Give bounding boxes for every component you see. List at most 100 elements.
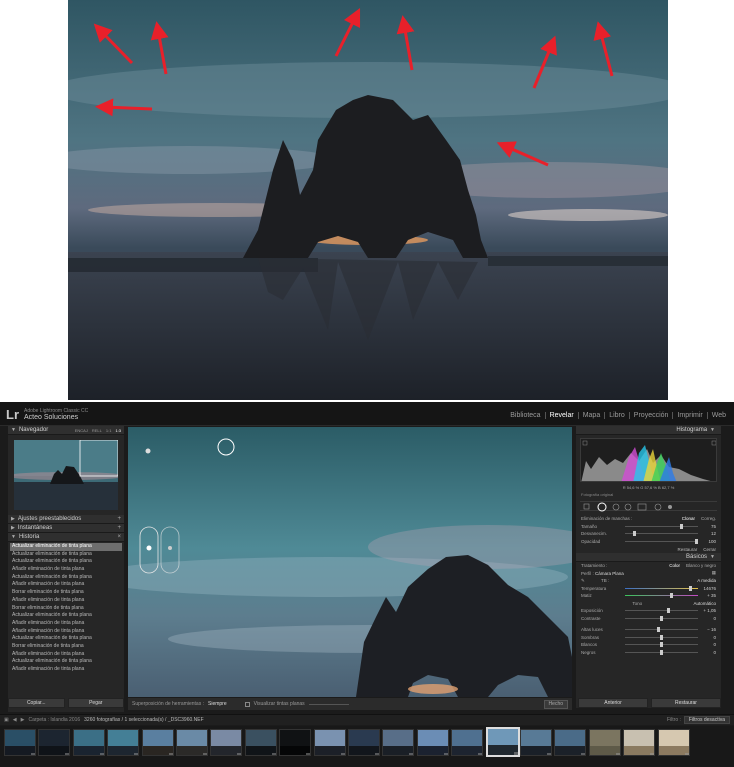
slider-knob[interactable] (660, 615, 664, 621)
history-item[interactable]: Actualizar eliminación de tinta plana (10, 574, 122, 582)
history-header[interactable]: ▼ Historia × (8, 533, 124, 542)
navigator-header[interactable]: ▼ Navegador ENCAJ RELL 1:1 1:3 (8, 426, 124, 435)
slider-track[interactable] (625, 649, 698, 655)
slider-track[interactable] (625, 642, 698, 648)
filmstrip-thumbnail[interactable] (141, 729, 174, 756)
tint-slider[interactable] (625, 593, 698, 599)
history-item[interactable]: Actualizar eliminación de tinta plana (10, 612, 122, 620)
slider-knob[interactable] (660, 642, 664, 648)
zoom-fill[interactable]: RELL (92, 428, 102, 433)
clear-history-icon[interactable]: × (117, 534, 121, 540)
copy-button[interactable]: Copiar... (8, 698, 65, 708)
slider-value[interactable]: 0 (702, 635, 716, 640)
spot-reset-button[interactable]: Restaurar (677, 547, 697, 552)
slider-knob[interactable] (695, 538, 699, 544)
basics-header[interactable]: Básicos ▼ (576, 553, 721, 562)
slider-value[interactable]: 100 (702, 539, 716, 544)
filmstrip-thumbnail[interactable] (657, 729, 690, 756)
overlay-select[interactable]: Siempre (208, 701, 227, 707)
clone-mode[interactable]: Clonar (682, 516, 695, 521)
history-item[interactable]: Actualizar eliminación de tinta plana (10, 635, 122, 643)
slider-track[interactable] (625, 615, 698, 621)
filmstrip-thumbnail[interactable] (588, 729, 621, 756)
slider-knob[interactable] (657, 627, 661, 633)
filmstrip-thumbnail[interactable] (520, 729, 552, 756)
temperature-value[interactable]: 14676 (702, 586, 716, 591)
filmstrip-thumbnail[interactable] (554, 729, 587, 756)
original-photo-checkbox[interactable]: Fotografía original (581, 492, 721, 497)
grid-view-icon[interactable]: ▣ (4, 717, 9, 723)
history-item[interactable]: Añadir eliminación de tinta plana (10, 620, 122, 628)
wb-select[interactable]: A medida (697, 578, 716, 583)
filmstrip-thumbnail[interactable] (451, 729, 484, 756)
history-item[interactable]: Añadir eliminación de tinta plana (10, 628, 122, 636)
slider-track[interactable] (625, 634, 698, 640)
history-item[interactable]: Añadir eliminación de tinta plana (10, 666, 122, 674)
filmstrip-thumbnail[interactable] (107, 729, 140, 756)
profile-select[interactable]: Cámara Plana (595, 571, 624, 576)
slider-value[interactable]: 12 (702, 531, 716, 536)
history-item[interactable]: Borrar eliminación de tinta plana (10, 643, 122, 651)
history-item[interactable]: Actualizar eliminación de tinta plana (10, 658, 122, 666)
add-preset-icon[interactable]: + (117, 516, 121, 522)
tint-value[interactable]: + 35 (702, 593, 716, 598)
profile-browser-icon[interactable]: ▦ (712, 570, 716, 576)
filmstrip-thumbnail[interactable] (279, 729, 312, 756)
slider-knob[interactable] (660, 649, 664, 655)
filmstrip-thumbnail[interactable] (38, 729, 71, 756)
history-item[interactable]: Borrar eliminación de tinta plana (10, 589, 122, 597)
history-item[interactable]: Actualizar eliminación de tinta plana (10, 543, 122, 551)
filmstrip-thumbnail[interactable] (623, 729, 656, 756)
slider-knob[interactable] (633, 531, 637, 537)
slider-value[interactable]: 0 (702, 616, 716, 621)
slider-track[interactable] (625, 627, 698, 633)
module-biblioteca[interactable]: Biblioteca (506, 412, 546, 419)
history-item[interactable]: Añadir eliminación de tinta plana (10, 597, 122, 605)
history-item[interactable]: Añadir eliminación de tinta plana (10, 651, 122, 659)
module-proyeccion[interactable]: Proyección (630, 412, 674, 419)
filmstrip-thumbnail[interactable] (382, 729, 415, 756)
slider-track[interactable] (625, 531, 698, 537)
module-web[interactable]: Web (708, 412, 730, 419)
slider-knob[interactable] (660, 634, 664, 640)
temperature-slider[interactable] (625, 585, 698, 591)
slider-knob[interactable] (667, 608, 671, 614)
history-item[interactable]: Actualizar eliminación de tinta plana (10, 551, 122, 559)
history-item[interactable]: Actualizar eliminación de tinta plana (10, 558, 122, 566)
heal-mode[interactable]: Correg. (701, 516, 716, 521)
slider-value[interactable]: + 1,05 (702, 608, 716, 613)
module-mapa[interactable]: Mapa (579, 412, 606, 419)
visualize-slider[interactable] (308, 703, 349, 705)
visualize-spots-checkbox[interactable] (244, 701, 250, 707)
filmstrip-thumbnail[interactable] (210, 729, 243, 756)
spot-pin[interactable] (145, 448, 151, 454)
filmstrip-thumbnail[interactable] (176, 729, 208, 756)
slider-value[interactable]: 75 (702, 524, 716, 529)
filmstrip-thumbnail[interactable] (4, 729, 36, 756)
restore-button[interactable]: Restaurar (651, 698, 721, 708)
forward-arrow-icon[interactable]: ▶ (21, 717, 25, 723)
history-item[interactable]: Añadir eliminación de tinta plana (10, 566, 122, 574)
filmstrip-thumbnail[interactable] (313, 729, 346, 756)
eyedropper-icon[interactable]: ✎ (581, 578, 601, 584)
slider-value[interactable]: 0 (702, 642, 716, 647)
slider-value[interactable]: − 16 (702, 627, 716, 632)
zoom-fit[interactable]: ENCAJ (75, 428, 88, 433)
image-canvas[interactable] (128, 427, 572, 697)
snapshots-header[interactable]: ▶ Instantáneas + (8, 524, 124, 533)
add-snapshot-icon[interactable]: + (117, 525, 121, 531)
previous-button[interactable]: Anterior (578, 698, 648, 708)
spot-close-button[interactable]: Cerrar (703, 547, 716, 552)
zoom-1-1[interactable]: 1:1 (106, 428, 112, 433)
back-arrow-icon[interactable]: ◀ (13, 717, 17, 723)
done-button[interactable]: Hecho (543, 699, 568, 709)
filter-select[interactable]: Filtros desactiva (683, 716, 730, 724)
navigator-preview[interactable] (14, 440, 118, 510)
filmstrip-thumbnail[interactable] (244, 729, 277, 756)
history-item[interactable]: Borrar eliminación de tinta plana (10, 605, 122, 613)
folder-source[interactable]: Carpeta : Islandia 2016 (28, 717, 80, 723)
filmstrip-thumbnail[interactable] (485, 727, 520, 757)
treatment-color[interactable]: Color (669, 563, 680, 568)
auto-button[interactable]: Automático (693, 601, 716, 606)
treatment-bw[interactable]: Blanco y negro (686, 563, 716, 568)
